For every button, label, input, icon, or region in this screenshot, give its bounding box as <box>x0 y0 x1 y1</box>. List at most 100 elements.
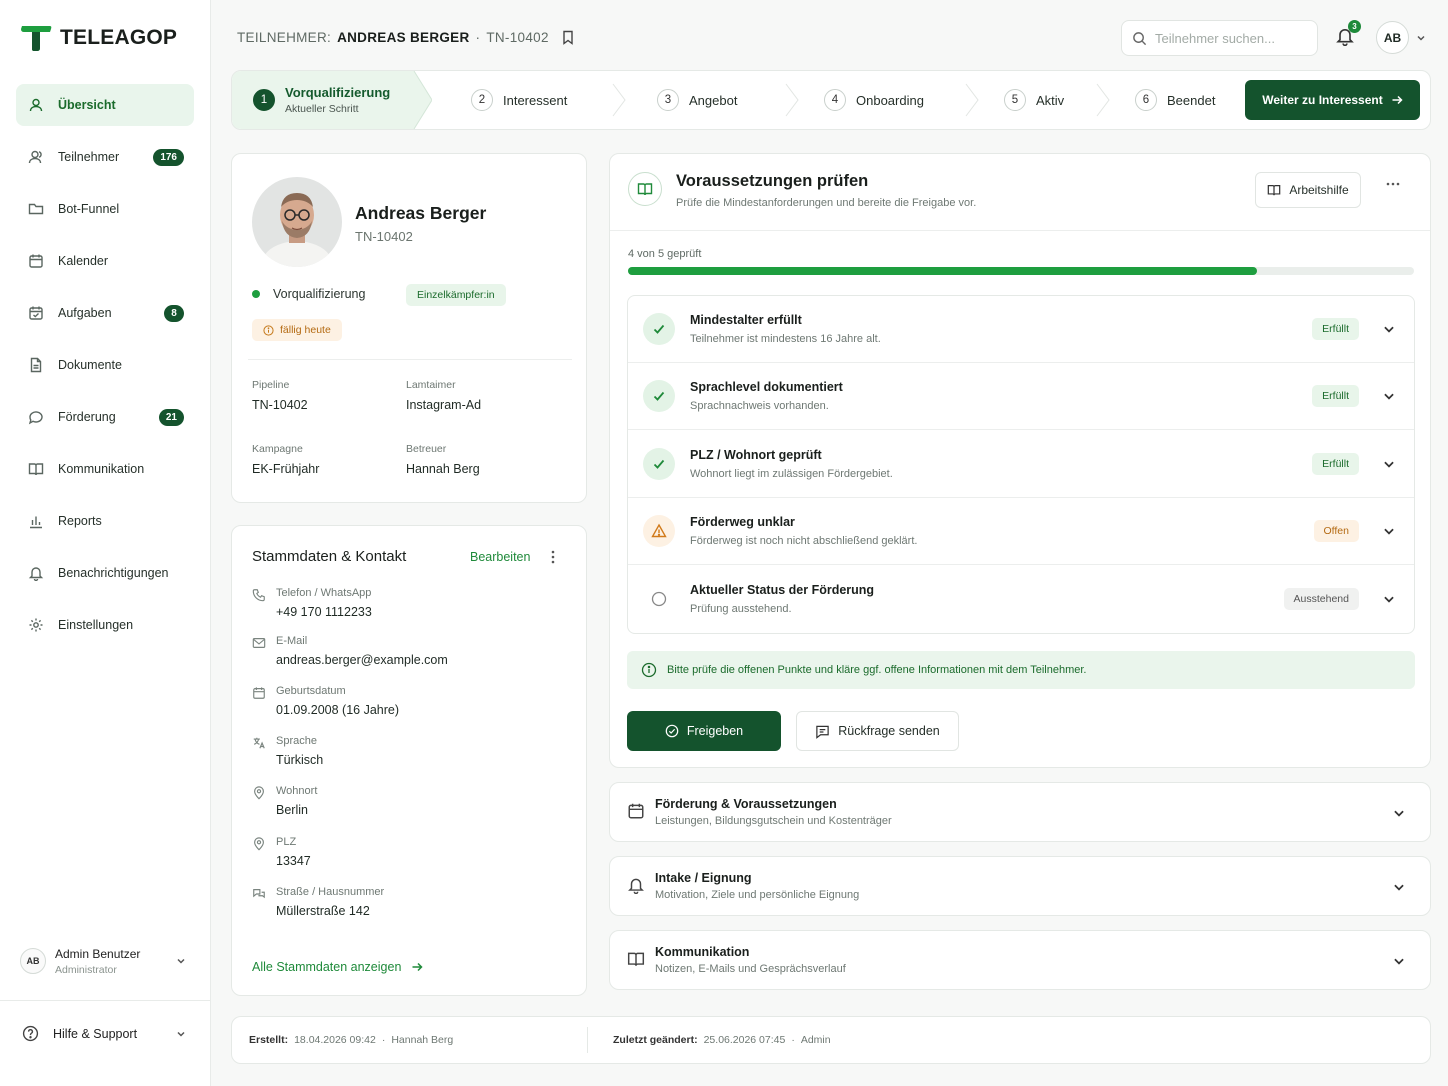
calendar-icon <box>253 687 265 699</box>
step-label: Aktiv <box>1036 92 1065 108</box>
card-title: Voraussetzungen prüfen <box>676 172 869 190</box>
profile-photo <box>252 177 342 267</box>
checklist-item[interactable]: Förderweg unklar Förderweg ist noch nich… <box>628 498 1414 565</box>
calendar-check-icon <box>29 306 43 320</box>
audit-footer: Erstellt: 18.04.2026 09:42 · Hannah Berg… <box>231 1016 1431 1064</box>
type-badge: Einzelkämpfer:in <box>406 284 506 306</box>
step-interessent[interactable]: 2 Interessent <box>471 71 567 129</box>
status-dot <box>252 290 260 298</box>
status-badge: Erfüllt <box>1312 385 1359 407</box>
sidebar-item-reports[interactable]: Reports <box>16 500 194 542</box>
pipeline-stepper: 1 Vorqualifizierung Aktueller Schritt 2 … <box>231 70 1431 130</box>
logo[interactable]: TELEAGOP <box>20 24 177 52</box>
breadcrumb-name: ANDREAS BERGER <box>337 30 470 45</box>
more-horizontal-icon[interactable] <box>1385 181 1401 187</box>
sidebar-item-label: Teilnehmer <box>58 150 120 164</box>
sidebar-item-label: Übersicht <box>58 98 116 112</box>
step-separator <box>965 83 979 117</box>
step-number: 2 <box>471 89 493 111</box>
contact-label: Geburtsdatum <box>276 685 346 697</box>
help-support-menu[interactable]: Hilfe & Support <box>22 1025 195 1042</box>
check-circle-icon <box>665 724 679 738</box>
due-label: fällig heute <box>280 324 331 336</box>
edit-link[interactable]: Bearbeiten <box>470 550 530 564</box>
help-label: Hilfe & Support <box>53 1026 138 1041</box>
checklist-item[interactable]: PLZ / Wohnort geprüft Wohnort liegt im z… <box>628 431 1414 498</box>
checklist-subtitle: Prüfung ausstehend. <box>690 603 792 615</box>
chevron-down-icon <box>1394 884 1404 891</box>
contact-value[interactable]: +49 170 1112233 <box>276 605 372 619</box>
bookmark-icon[interactable] <box>561 30 575 45</box>
meta-value: Hannah Berg <box>406 462 480 476</box>
sidebar-item-foerderung[interactable]: Förderung 21 <box>16 396 194 438</box>
avatar[interactable]: AB <box>1376 21 1409 54</box>
users-icon <box>28 150 42 164</box>
accordion-kommunikation[interactable]: Kommunikation Notizen, E-Mails und Gespr… <box>609 930 1431 990</box>
step-label: Beendet <box>1167 92 1216 108</box>
step-separator <box>612 83 626 117</box>
sidebar-item-uebersicht[interactable]: Übersicht <box>16 84 194 126</box>
step-separator <box>785 83 799 117</box>
chevron-down-icon[interactable] <box>1415 32 1427 44</box>
show-all-link[interactable]: Alle Stammdaten anzeigen <box>252 960 423 974</box>
sidebar-item-dokumente[interactable]: Dokumente <box>16 344 194 386</box>
search-input[interactable] <box>1155 30 1305 46</box>
contact-value[interactable]: andreas.berger@example.com <box>276 653 448 667</box>
pin-icon <box>254 786 264 800</box>
next-stage-button[interactable]: Weiter zu Interessent <box>1245 80 1420 120</box>
step-onboarding[interactable]: 4 Onboarding <box>824 71 924 129</box>
contact-value: Müllerstraße 142 <box>276 904 370 918</box>
contact-row-city: Wohnort Berlin <box>252 785 317 817</box>
status-badge: Erfüllt <box>1312 318 1359 340</box>
notifications-button[interactable]: 3 <box>1335 20 1361 46</box>
approve-button[interactable]: Freigeben <box>627 711 781 751</box>
sidebar-item-kommunikation[interactable]: Kommunikation <box>16 448 194 490</box>
meta-label: Kampagne <box>252 443 303 455</box>
sidebar-item-kalender[interactable]: Kalender <box>16 240 194 282</box>
meta-label: Lamtaimer <box>406 379 456 391</box>
book-icon <box>1268 185 1281 196</box>
checklist-title: Sprachlevel dokumentiert <box>690 380 843 394</box>
participant-id: TN-10402 <box>355 229 413 244</box>
count-badge: 176 <box>153 148 184 166</box>
top-header: TEILNEHMER: ANDREAS BERGER · TN-10402 3 … <box>211 0 1448 70</box>
guide-button[interactable]: Arbeitshilfe <box>1255 172 1361 208</box>
chevron-down-icon[interactable] <box>1382 592 1396 606</box>
logo-icon <box>21 26 52 51</box>
sidebar-item-bot-funnel[interactable]: Bot-Funnel <box>16 188 194 230</box>
check-icon <box>643 448 675 480</box>
accordion-intake[interactable]: Intake / Eignung Motivation, Ziele und p… <box>609 856 1431 916</box>
step-angebot[interactable]: 3 Angebot <box>657 71 737 129</box>
circle-icon <box>643 583 675 615</box>
accordion-foerderung[interactable]: Förderung & Voraussetzungen Leistungen, … <box>609 782 1431 842</box>
requirements-checklist: Mindestalter erfüllt Teilnehmer ist mind… <box>627 295 1415 634</box>
sidebar-item-teilnehmer[interactable]: Teilnehmer 176 <box>16 136 194 178</box>
chat-icon <box>28 411 43 425</box>
chevron-down-icon <box>1394 958 1404 965</box>
status-label: Vorqualifizierung <box>273 287 366 301</box>
contact-row-phone: Telefon / WhatsApp +49 170 1112233 <box>252 587 372 619</box>
chevron-down-icon[interactable] <box>1382 524 1396 538</box>
search-box[interactable] <box>1121 20 1318 56</box>
step-aktiv[interactable]: 5 Aktiv <box>1004 71 1064 129</box>
sidebar-item-label: Benachrichtigungen <box>58 566 169 580</box>
chevron-down-icon[interactable] <box>1382 457 1396 471</box>
chevron-down-icon[interactable] <box>1382 389 1396 403</box>
meta-advisor: Betreuer Hannah Berg <box>406 443 480 476</box>
checklist-subtitle: Wohnort liegt im zulässigen Fördergebiet… <box>690 468 893 480</box>
sidebar-item-aufgaben[interactable]: Aufgaben 8 <box>16 292 194 334</box>
checklist-item[interactable]: Mindestalter erfüllt Teilnehmer ist mind… <box>628 296 1414 363</box>
sidebar-nav: Übersicht Teilnehmer 176 Bot-Funnel Kale… <box>16 84 194 656</box>
user-menu[interactable]: AB Admin Benutzer Administrator <box>20 940 195 982</box>
checklist-item[interactable]: Sprachlevel dokumentiert Sprachnachweis … <box>628 363 1414 430</box>
more-vertical-icon[interactable] <box>550 549 556 565</box>
chevron-down-icon[interactable] <box>1382 322 1396 336</box>
sidebar-item-einstellungen[interactable]: Einstellungen <box>16 604 194 646</box>
checklist-item[interactable]: Aktueller Status der Förderung Prüfung a… <box>628 566 1414 633</box>
language-icon <box>253 737 265 749</box>
created-date: 18.04.2026 09:42 <box>294 1034 376 1046</box>
send-query-button[interactable]: Rückfrage senden <box>796 711 959 751</box>
step-beendet[interactable]: 6 Beendet <box>1135 71 1215 129</box>
sidebar-item-benachrichtigungen[interactable]: Benachrichtigungen <box>16 552 194 594</box>
step-vorqualifizierung[interactable]: 1 Vorqualifizierung Aktueller Schritt <box>253 71 390 129</box>
